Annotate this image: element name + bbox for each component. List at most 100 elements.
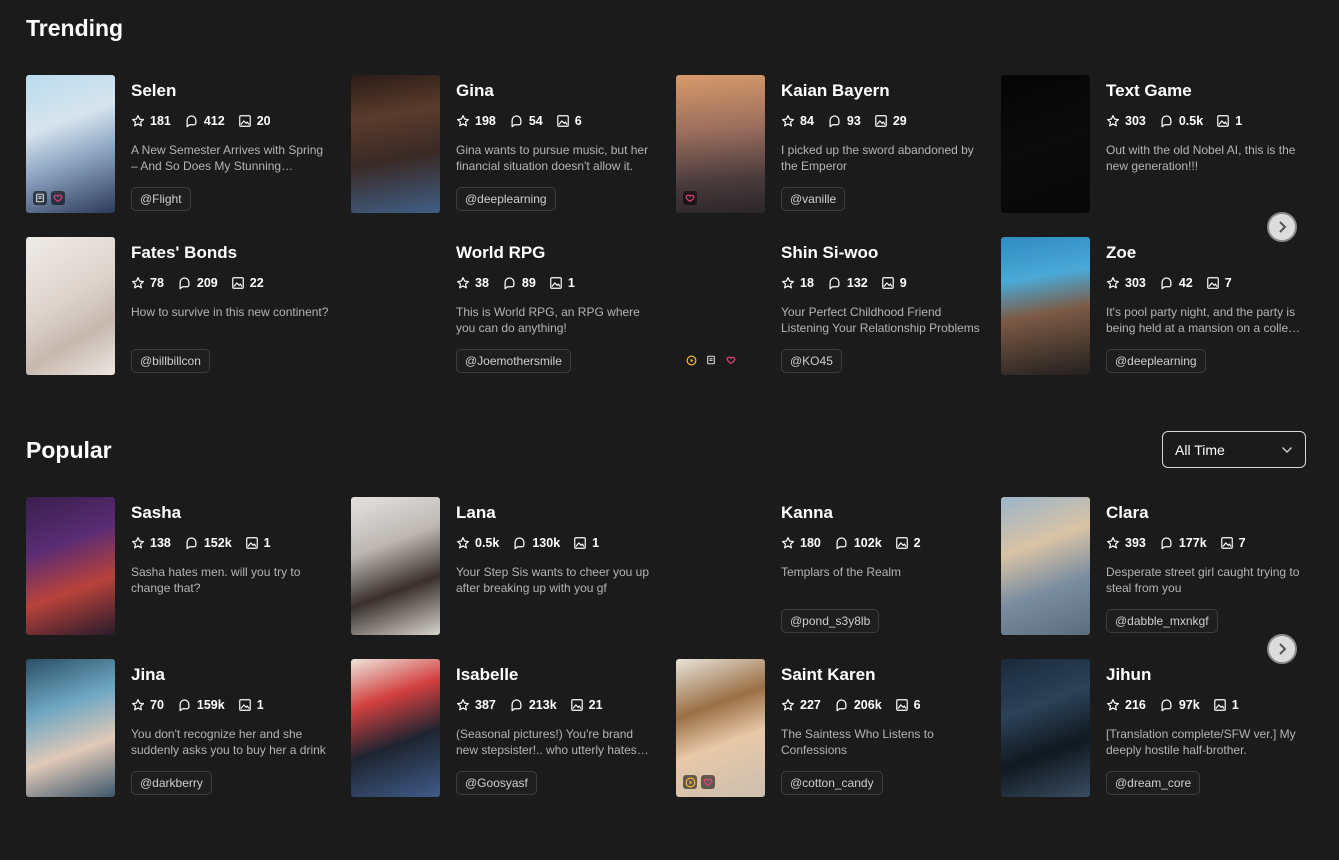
- author-tag[interactable]: @cotton_candy: [781, 771, 883, 795]
- chat-count-stat: 132: [827, 276, 868, 290]
- character-thumbnail[interactable]: [26, 237, 115, 375]
- author-tag[interactable]: @darkberry: [131, 771, 212, 795]
- trending-card[interactable]: Selen 181 412 20 A New Semester Arrives with…: [26, 75, 331, 213]
- like-count: 38: [475, 276, 489, 290]
- card-stats: 180 102k 2: [781, 536, 981, 550]
- author-tag[interactable]: @dabble_mxnkgf: [1106, 609, 1218, 633]
- star-icon: [1106, 699, 1120, 711]
- character-thumbnail[interactable]: [1001, 237, 1090, 375]
- chat-icon: [504, 277, 515, 290]
- character-name[interactable]: Clara: [1106, 504, 1306, 521]
- character-thumbnail[interactable]: [1001, 659, 1090, 797]
- author-tag[interactable]: @deeplearning: [1106, 349, 1206, 373]
- trending-card[interactable]: Text Game 303 0.5k 1 Out with the old Nobel …: [1001, 75, 1306, 213]
- trending-card[interactable]: Zoe 303 42 7 It's pool party night, and the …: [1001, 237, 1306, 375]
- popular-card[interactable]: Clara 393 177k 7 Desperate street girl caugh…: [1001, 497, 1306, 635]
- image-count: 9: [899, 276, 907, 290]
- character-thumbnail[interactable]: [351, 237, 440, 375]
- character-thumbnail[interactable]: [1001, 497, 1090, 635]
- author-tag[interactable]: @dream_core: [1106, 771, 1201, 795]
- popular-sort-dropdown[interactable]: All Time: [1162, 431, 1306, 468]
- character-name[interactable]: Kanna: [781, 504, 981, 521]
- card-info: Text Game 303 0.5k 1 Out with the old Nobel …: [1106, 75, 1306, 174]
- chat-count: 159k: [196, 698, 225, 712]
- character-thumbnail[interactable]: [351, 659, 440, 797]
- author-tag[interactable]: @Goosyasf: [456, 771, 537, 795]
- character-description: Desperate street girl caught trying to s…: [1106, 565, 1300, 595]
- author-tag[interactable]: @vanille: [781, 187, 846, 211]
- chat-count: 102k: [853, 536, 882, 550]
- popular-card[interactable]: Jina 70 159k 1 You don't recognize her and s…: [26, 659, 331, 797]
- card-info: Jina 70 159k 1 You don't recognize her and s…: [131, 659, 331, 758]
- card-stats: 0.5k 130k 1: [456, 536, 656, 550]
- chat-count: 42: [1178, 276, 1193, 290]
- chat-count: 412: [203, 114, 225, 128]
- character-name[interactable]: Lana: [456, 504, 656, 521]
- popular-card[interactable]: Lana 0.5k 130k 1 Your Step Sis wants to chee…: [351, 497, 656, 635]
- character-name[interactable]: Jihun: [1106, 666, 1306, 683]
- character-thumbnail[interactable]: [676, 75, 765, 213]
- character-name[interactable]: Shin Si-woo: [781, 244, 981, 261]
- character-name[interactable]: Zoe: [1106, 244, 1306, 261]
- trending-card[interactable]: Fates' Bonds 78 209 22 How to survive in thi…: [26, 237, 331, 375]
- card-stats: 216 97k 1: [1106, 698, 1306, 712]
- character-thumbnail[interactable]: [26, 659, 115, 797]
- character-thumbnail[interactable]: [1001, 75, 1090, 213]
- chat-icon: [829, 277, 840, 290]
- character-description: It's pool party night, and the party is …: [1106, 305, 1302, 335]
- image-icon: [549, 277, 562, 289]
- author-tag[interactable]: @KO45: [781, 349, 842, 373]
- popular-card[interactable]: Jihun 216 97k 1 [Translation complete/SFW ve…: [1001, 659, 1306, 797]
- like-count: 18: [800, 276, 814, 290]
- character-name[interactable]: Fates' Bonds: [131, 244, 331, 261]
- card-info: Zoe 303 42 7 It's pool party night, and the …: [1106, 237, 1306, 336]
- chat-count-stat: 42: [1159, 276, 1193, 290]
- card-info: Kaian Bayern 84 93 29 I picked up the sword …: [781, 75, 981, 174]
- character-name[interactable]: Isabelle: [456, 666, 656, 683]
- like-count-stat: 198: [456, 114, 496, 128]
- character-name[interactable]: Selen: [131, 82, 331, 99]
- character-thumbnail[interactable]: [351, 75, 440, 213]
- chat-count-stat: 412: [184, 114, 225, 128]
- trending-title: Trending: [26, 15, 124, 41]
- image-count-stat: 6: [556, 114, 582, 128]
- character-thumbnail[interactable]: [26, 75, 115, 213]
- trending-card[interactable]: Kaian Bayern 84 93 29 I picked up the sword …: [676, 75, 981, 213]
- star-icon: [1106, 537, 1120, 549]
- popular-card[interactable]: Saint Karen 227 206k 6 The Saintess Who List…: [676, 659, 981, 797]
- character-name[interactable]: Text Game: [1106, 82, 1306, 99]
- image-count-stat: 22: [231, 276, 264, 290]
- popular-card[interactable]: Isabelle 387 213k 21 (Seasonal pictures!) Yo…: [351, 659, 656, 797]
- author-tag[interactable]: @billbillcon: [131, 349, 210, 373]
- character-thumbnail[interactable]: [676, 659, 765, 797]
- author-tag[interactable]: @deeplearning: [456, 187, 556, 211]
- trending-card[interactable]: World RPG 38 89 1 This is World RPG, an RPG …: [351, 237, 656, 375]
- star-icon: [456, 699, 470, 711]
- character-name[interactable]: World RPG: [456, 244, 656, 261]
- trending-card[interactable]: Gina 198 54 6 Gina wants to pursue music, bu…: [351, 75, 656, 213]
- chat-icon: [836, 699, 847, 712]
- author-tag[interactable]: @Joemothersmile: [456, 349, 571, 373]
- author-tag[interactable]: @Flight: [131, 187, 191, 211]
- character-name[interactable]: Sasha: [131, 504, 331, 521]
- character-name[interactable]: Kaian Bayern: [781, 82, 981, 99]
- character-name[interactable]: Saint Karen: [781, 666, 981, 683]
- like-count-stat: 18: [781, 276, 814, 290]
- character-thumbnail[interactable]: [351, 497, 440, 635]
- chat-count-stat: 54: [509, 114, 543, 128]
- chat-count: 97k: [1178, 698, 1200, 712]
- character-name[interactable]: Gina: [456, 82, 656, 99]
- popular-card[interactable]: Kanna 180 102k 2 Templars of the Realm @pond_…: [676, 497, 981, 635]
- popular-card[interactable]: Sasha 138 152k 1 Sasha hates men. will you t…: [26, 497, 331, 635]
- image-icon: [895, 699, 908, 711]
- character-thumbnail[interactable]: [676, 497, 765, 635]
- character-thumbnail[interactable]: [26, 497, 115, 635]
- like-count-stat: 38: [456, 276, 489, 290]
- chat-icon: [179, 277, 190, 290]
- character-name[interactable]: Jina: [131, 666, 331, 683]
- like-count: 393: [1125, 536, 1146, 550]
- star-icon: [456, 115, 470, 127]
- chat-count-stat: 102k: [834, 536, 882, 550]
- character-description: Out with the old Nobel AI, this is the n…: [1106, 143, 1296, 173]
- author-tag[interactable]: @pond_s3y8lb: [781, 609, 880, 633]
